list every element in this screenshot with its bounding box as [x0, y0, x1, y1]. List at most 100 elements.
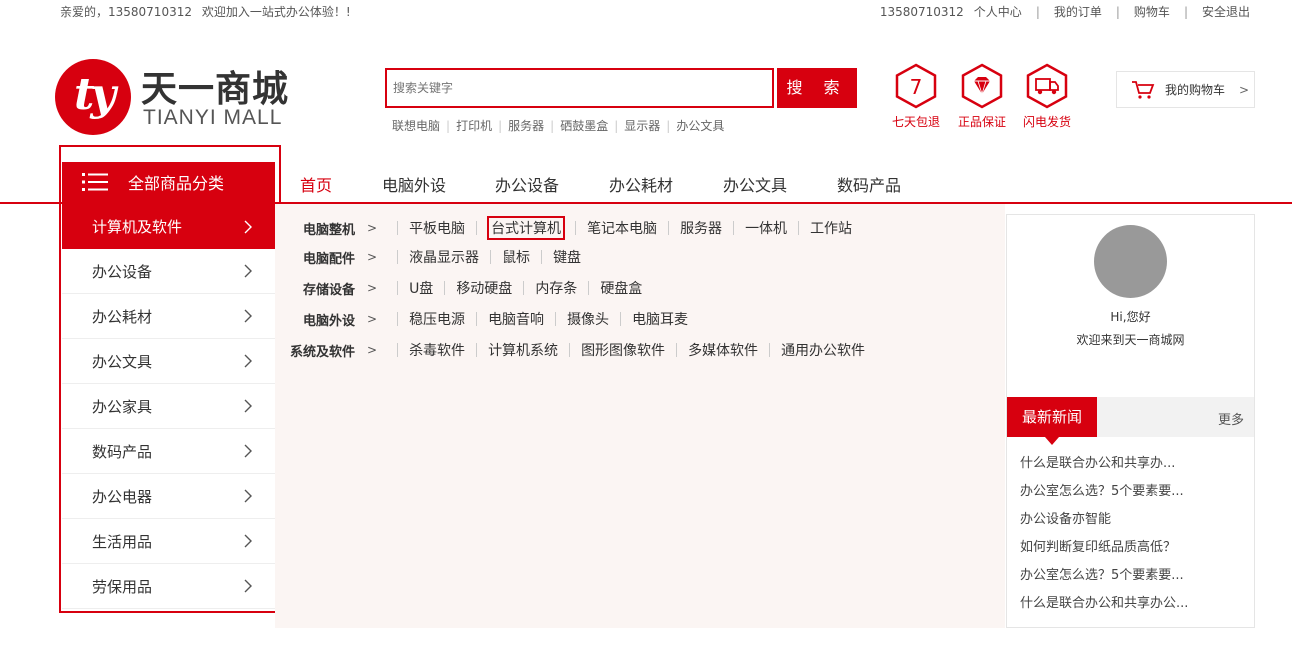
news-item[interactable]: 办公设备亦智能 [1020, 511, 1188, 539]
search-box [385, 68, 774, 108]
chevron-right-icon [244, 354, 252, 368]
category-label: 办公耗材 [92, 307, 153, 326]
category-label: 数码产品 [92, 442, 153, 461]
category-label: 办公电器 [92, 487, 153, 506]
category-item-daily-goods[interactable]: 生活用品 [62, 519, 275, 564]
submenu-link[interactable]: 稳压电源 [408, 309, 466, 329]
news-item[interactable]: 如何判断复印纸品质高低？ [1020, 539, 1188, 567]
category-item-office-consumables[interactable]: 办公耗材 [62, 294, 275, 339]
news-item[interactable]: 什么是联合办公和共享办... [1020, 455, 1188, 483]
chevron-right-icon [244, 444, 252, 458]
submenu-link[interactable]: U盘 [408, 278, 434, 298]
submenu-link[interactable]: 硬盘盒 [599, 278, 643, 298]
submenu-link[interactable]: 图形图像软件 [580, 340, 666, 360]
submenu-row-title[interactable]: 电脑整机 [275, 219, 355, 238]
chevron-right-icon [244, 534, 252, 548]
search-button[interactable]: 搜 索 [777, 68, 857, 108]
search-input[interactable] [387, 70, 772, 106]
all-categories-button[interactable]: 全部商品分类 [62, 162, 275, 202]
submenu-link[interactable]: 平板电脑 [408, 218, 466, 238]
nav-digital-products[interactable]: 数码产品 [837, 172, 901, 196]
category-item-digital[interactable]: 数码产品 [62, 429, 275, 474]
category-label: 生活用品 [92, 532, 153, 551]
submenu-link[interactable]: 鼠标 [501, 247, 531, 267]
news-more-link[interactable]: 更多 [1218, 409, 1244, 428]
hot-word[interactable]: 联想电脑 [392, 117, 440, 134]
category-item-computers[interactable]: 计算机及软件 [62, 204, 275, 249]
my-cart-button[interactable]: 我的购物车 > [1116, 71, 1255, 108]
submenu-row: 电脑外设 > 稳压电源 电脑音响 摄像头 电脑耳麦 [275, 309, 689, 329]
category-label: 劳保用品 [92, 577, 153, 596]
nav-home[interactable]: 首页 [300, 172, 332, 196]
news-item[interactable]: 办公室怎么选？5个要素要... [1020, 567, 1188, 595]
user-greeting: Hi,您好 [1110, 310, 1151, 324]
submenu-row-title[interactable]: 系统及软件 [275, 341, 355, 360]
logo-name-cn: 天一商城 [141, 69, 290, 110]
link-logout[interactable]: 安全退出 [1202, 3, 1250, 20]
category-label: 办公设备 [92, 262, 153, 281]
nav-office-equipment[interactable]: 办公设备 [495, 172, 559, 196]
submenu-link[interactable]: 电脑耳麦 [631, 309, 689, 329]
submenu-link[interactable]: 电脑音响 [487, 309, 545, 329]
greeting-text: 亲爱的，13580710312 [60, 5, 192, 19]
service-fast-delivery[interactable]: 闪电发货 [1015, 63, 1079, 130]
submenu-link[interactable]: 移动硬盘 [455, 278, 513, 298]
all-categories-label: 全部商品分类 [128, 174, 225, 193]
submenu-row-title[interactable]: 存储设备 [275, 279, 355, 298]
submenu-link[interactable]: 多媒体软件 [687, 340, 759, 360]
hot-word[interactable]: 办公文具 [676, 117, 724, 134]
diamond-hexagon-icon [959, 63, 1005, 109]
hot-word[interactable]: 打印机 [456, 117, 492, 134]
submenu-row-title[interactable]: 电脑配件 [275, 248, 355, 267]
submenu-link[interactable]: 摄像头 [566, 309, 610, 329]
divider: | [1115, 4, 1120, 19]
submenu-row-title[interactable]: 电脑外设 [275, 310, 355, 329]
chevron-right-icon [244, 264, 252, 278]
hot-word[interactable]: 硒鼓墨盒 [560, 117, 608, 134]
category-item-office-stationery[interactable]: 办公文具 [62, 339, 275, 384]
chevron-right-icon [244, 309, 252, 323]
hot-search-words: 联想电脑 | 打印机 | 服务器 | 硒鼓墨盒 | 显示器 | 办公文具 [392, 117, 725, 134]
nav-office-stationery[interactable]: 办公文具 [723, 172, 787, 196]
avatar[interactable] [1094, 225, 1167, 298]
service-genuine-guarantee[interactable]: 正品保证 [950, 63, 1014, 130]
category-item-office-equipment[interactable]: 办公设备 [62, 249, 275, 294]
service-seven-day-return[interactable]: 7 七天包退 [884, 63, 948, 130]
submenu-link[interactable]: 工作站 [809, 218, 853, 238]
link-my-orders[interactable]: 我的订单 [1054, 3, 1102, 20]
welcome-text: 欢迎加入一站式办公体验！! [201, 5, 351, 19]
submenu-row: 电脑整机 > 平板电脑 台式计算机 笔记本电脑 服务器 一体机 工作站 [275, 216, 853, 240]
submenu-row: 存储设备 > U盘 移动硬盘 内存条 硬盘盒 [275, 278, 643, 298]
category-list: 计算机及软件 办公设备 办公耗材 办公文具 办公家具 数码产品 办公电器 生活用… [62, 204, 275, 609]
link-cart[interactable]: 购物车 [1134, 3, 1170, 20]
cart-icon [1132, 80, 1155, 99]
news-item[interactable]: 什么是联合办公和共享办公... [1020, 595, 1188, 623]
chevron-right-icon [244, 489, 252, 503]
divider: | [1183, 4, 1188, 19]
hot-word[interactable]: 显示器 [624, 117, 660, 134]
user-welcome: 欢迎来到天一商城网 [1076, 333, 1185, 347]
cart-label: 我的购物车 [1165, 83, 1226, 97]
submenu-link-highlighted[interactable]: 台式计算机 [487, 216, 566, 240]
hot-word[interactable]: 服务器 [508, 117, 544, 134]
user-phone: 13580710312 [879, 4, 964, 19]
submenu-link[interactable]: 液晶显示器 [408, 247, 480, 267]
submenu-link[interactable]: 服务器 [679, 218, 723, 238]
submenu-link[interactable]: 内存条 [534, 278, 578, 298]
nav-office-consumables[interactable]: 办公耗材 [609, 172, 673, 196]
submenu-link[interactable]: 杀毒软件 [408, 340, 466, 360]
category-item-office-furniture[interactable]: 办公家具 [62, 384, 275, 429]
link-user-center[interactable]: 个人中心 [974, 3, 1022, 20]
news-title-tab[interactable]: 最新新闻 [1007, 397, 1097, 445]
news-item[interactable]: 办公室怎么选？5个要素要... [1020, 483, 1188, 511]
submenu-link[interactable]: 计算机系统 [487, 340, 559, 360]
nav-computer-peripherals[interactable]: 电脑外设 [382, 172, 446, 196]
submenu-link[interactable]: 笔记本电脑 [586, 218, 658, 238]
submenu-link[interactable]: 一体机 [744, 218, 788, 238]
category-item-office-appliances[interactable]: 办公电器 [62, 474, 275, 519]
submenu-link[interactable]: 通用办公软件 [780, 340, 866, 360]
service-label: 正品保证 [957, 115, 1006, 129]
site-logo[interactable]: ty 天一商城 TIANYI MALL [55, 57, 295, 137]
category-item-labor-protection[interactable]: 劳保用品 [62, 564, 275, 609]
submenu-link[interactable]: 键盘 [552, 247, 582, 267]
